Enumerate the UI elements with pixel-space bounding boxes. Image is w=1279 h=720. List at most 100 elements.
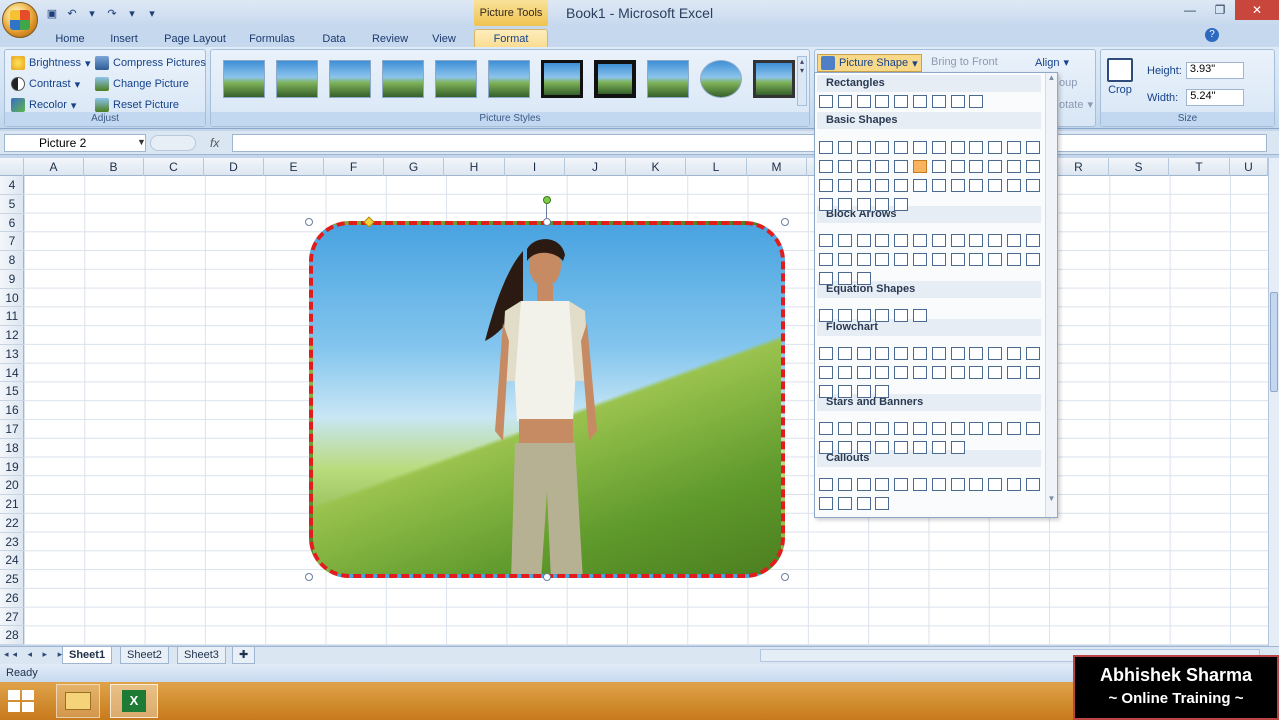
recolor-button[interactable]: Recolor ▾ bbox=[11, 98, 76, 112]
shape-option[interactable] bbox=[819, 385, 833, 398]
shape-option[interactable] bbox=[950, 179, 965, 192]
height-input[interactable]: 3.93" bbox=[1185, 62, 1244, 79]
tab-page-layout[interactable]: Page Layout bbox=[158, 29, 232, 48]
shape-option[interactable] bbox=[837, 497, 852, 510]
shape-option[interactable] bbox=[950, 234, 965, 247]
shape-option[interactable] bbox=[931, 441, 946, 454]
shape-option[interactable] bbox=[856, 347, 871, 360]
shape-option[interactable] bbox=[875, 234, 890, 247]
shape-option[interactable] bbox=[1007, 234, 1021, 247]
picture-style-thumb[interactable] bbox=[276, 60, 318, 98]
row-header[interactable]: 21 bbox=[0, 495, 24, 514]
shape-option[interactable] bbox=[1025, 253, 1040, 266]
shape-option[interactable] bbox=[969, 179, 984, 192]
shape-option[interactable] bbox=[875, 198, 890, 211]
excel-taskbar-icon[interactable]: X bbox=[110, 684, 158, 718]
contrast-button[interactable]: Contrast ▾ bbox=[11, 77, 80, 91]
shape-option[interactable] bbox=[819, 179, 833, 192]
row-header[interactable]: 27 bbox=[0, 608, 24, 627]
shape-option[interactable] bbox=[856, 441, 871, 454]
row-header[interactable]: 25 bbox=[0, 570, 24, 589]
shape-option[interactable] bbox=[913, 478, 927, 491]
save-icon[interactable]: ▣ bbox=[44, 5, 60, 21]
resize-handle[interactable] bbox=[305, 573, 313, 581]
shape-option[interactable] bbox=[1007, 253, 1021, 266]
row-header[interactable]: 20 bbox=[0, 476, 24, 496]
row-header[interactable]: 4 bbox=[0, 176, 24, 195]
shape-option[interactable] bbox=[837, 309, 852, 322]
shape-option[interactable] bbox=[913, 234, 927, 247]
shape-option[interactable] bbox=[1025, 179, 1040, 192]
picture-style-thumb[interactable] bbox=[700, 60, 742, 98]
shape-option[interactable] bbox=[819, 253, 833, 266]
shape-option[interactable] bbox=[931, 141, 946, 154]
shape-option[interactable] bbox=[931, 366, 946, 379]
column-header[interactable]: F bbox=[324, 158, 384, 176]
row-header[interactable]: 26 bbox=[0, 589, 24, 608]
picture-style-thumb[interactable] bbox=[435, 60, 477, 98]
row-header[interactable]: 19 bbox=[0, 458, 24, 477]
undo-icon[interactable]: ↶ bbox=[64, 5, 80, 21]
shape-option[interactable] bbox=[931, 347, 946, 360]
shape-option[interactable] bbox=[837, 478, 852, 491]
row-header[interactable]: 8 bbox=[0, 251, 24, 270]
shape-option[interactable] bbox=[856, 497, 871, 510]
shape-option[interactable] bbox=[856, 198, 871, 211]
column-header[interactable]: R bbox=[1049, 158, 1109, 176]
shape-option[interactable] bbox=[875, 253, 890, 266]
shape-option[interactable] bbox=[875, 441, 890, 454]
row-header[interactable]: 9 bbox=[0, 270, 24, 289]
shape-option[interactable] bbox=[837, 422, 852, 435]
row-header[interactable]: 5 bbox=[0, 195, 24, 214]
shape-option[interactable] bbox=[969, 347, 984, 360]
row-header[interactable]: 22 bbox=[0, 514, 24, 533]
tab-home[interactable]: Home bbox=[48, 29, 92, 48]
shape-option[interactable] bbox=[837, 198, 852, 211]
picture-style-thumb[interactable] bbox=[647, 60, 689, 98]
undo-dropdown-icon[interactable]: ▾ bbox=[84, 5, 100, 21]
shape-option[interactable] bbox=[894, 141, 909, 154]
column-header[interactable]: L bbox=[686, 158, 747, 176]
picture-style-thumb[interactable] bbox=[541, 60, 583, 98]
insert-function-icon[interactable]: fx bbox=[210, 136, 219, 150]
shape-option[interactable] bbox=[969, 95, 984, 108]
shape-option[interactable] bbox=[875, 478, 890, 491]
shape-option[interactable] bbox=[1025, 160, 1040, 173]
resize-handle[interactable] bbox=[305, 218, 313, 226]
column-header[interactable]: H bbox=[444, 158, 505, 176]
shape-option[interactable] bbox=[837, 385, 852, 398]
name-box-dropdown-icon[interactable]: ▼ bbox=[137, 137, 146, 147]
picture-style-thumb[interactable] bbox=[753, 60, 795, 98]
shape-option[interactable] bbox=[875, 422, 890, 435]
shape-option[interactable] bbox=[856, 366, 871, 379]
shape-option[interactable] bbox=[875, 179, 890, 192]
shape-option[interactable] bbox=[856, 95, 871, 108]
tab-format[interactable]: Format bbox=[474, 29, 548, 48]
office-button[interactable] bbox=[2, 2, 38, 38]
help-icon[interactable]: ? bbox=[1205, 28, 1219, 42]
minimize-button[interactable]: — bbox=[1175, 0, 1205, 20]
shape-option[interactable] bbox=[913, 422, 927, 435]
shape-option[interactable] bbox=[837, 272, 852, 285]
shape-option[interactable] bbox=[950, 95, 965, 108]
reset-picture-button[interactable]: Reset Picture bbox=[95, 98, 179, 112]
shape-option[interactable] bbox=[819, 366, 833, 379]
redo-icon[interactable]: ↷ bbox=[104, 5, 120, 21]
select-all-corner[interactable] bbox=[0, 158, 24, 176]
bring-to-front-button[interactable]: Bring to Front bbox=[931, 56, 998, 68]
column-header[interactable]: A bbox=[24, 158, 84, 176]
shape-option[interactable] bbox=[819, 478, 833, 491]
shape-option[interactable] bbox=[875, 141, 890, 154]
shape-option[interactable] bbox=[1025, 141, 1040, 154]
shape-option[interactable] bbox=[988, 253, 1003, 266]
shape-option[interactable] bbox=[969, 160, 984, 173]
shape-option[interactable] bbox=[969, 253, 984, 266]
shape-option[interactable] bbox=[856, 179, 871, 192]
shape-option[interactable] bbox=[950, 160, 965, 173]
shape-option[interactable] bbox=[1007, 160, 1021, 173]
shape-option[interactable] bbox=[950, 141, 965, 154]
column-header[interactable]: D bbox=[204, 158, 264, 176]
group-button[interactable]: oup bbox=[1059, 77, 1077, 89]
column-header[interactable]: U bbox=[1230, 158, 1268, 176]
row-header[interactable]: 24 bbox=[0, 551, 24, 571]
